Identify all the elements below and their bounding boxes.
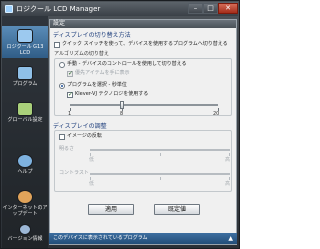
g13-device-icon <box>17 29 33 43</box>
program-switch-radio[interactable] <box>59 83 65 89</box>
invert-image-label: イメージの反転 <box>67 133 102 139</box>
brightness-high-label: 高 <box>225 157 231 163</box>
expand-arrow-icon: ▲ <box>228 235 233 242</box>
minimize-button[interactable]: – <box>188 3 203 14</box>
app-icon <box>5 5 13 13</box>
sidebar-item-device[interactable]: ロジクール G13 LCD <box>2 26 48 58</box>
apply-button[interactable]: 適用 <box>88 204 134 215</box>
priority-label: 優先アイテムを手に表示 <box>75 70 130 76</box>
help-icon <box>17 154 33 168</box>
priority-checkbox[interactable] <box>67 70 73 77</box>
sidebar-item-programs[interactable]: プログラム <box>2 66 48 94</box>
brightness-label: 明るさ <box>59 146 75 152</box>
brightness-tick <box>229 153 230 156</box>
program-switch-label: プログラムを選択 - 秒単位 <box>67 82 127 88</box>
internet-update-icon <box>17 190 33 204</box>
contrast-low-label: 低 <box>89 181 95 187</box>
contrast-slider[interactable] <box>90 173 230 175</box>
contrast-tick <box>229 177 230 180</box>
switching-section-title: ディスプレイの切り替え方法 <box>53 32 131 39</box>
contrast-label: コントラスト <box>59 170 89 176</box>
contrast-high-label: 高 <box>225 181 231 187</box>
defaults-button[interactable]: 既定値 <box>154 204 200 215</box>
brightness-tick <box>90 153 91 156</box>
slider-min-label: 1 <box>68 111 72 117</box>
programs-on-device-link[interactable]: このデバイスに表示されているプログラム ▲ <box>49 233 237 244</box>
app-switch-title: アルゴリズムの切り替え <box>54 51 109 57</box>
invert-image-checkbox[interactable] <box>59 134 65 140</box>
klever-label: Klever-VJ テクノロジを使用する <box>75 91 149 97</box>
display-section-title: ディスプレイの調整 <box>53 123 107 130</box>
sidebar: ロジクール G13 LCD プログラム グローバル設定 ヘルプ インターネットの… <box>2 16 48 248</box>
slider-mid-label: 8 <box>120 111 124 117</box>
sidebar-item-update[interactable]: インターネットのアップデート <box>2 190 48 220</box>
sidebar-item-version[interactable]: バージョン情報 <box>2 224 48 248</box>
brightness-low-label: 低 <box>89 157 95 163</box>
title-bar[interactable]: ロジクール LCD Manager – □ ✕ <box>2 2 238 16</box>
programs-on-device-label: このデバイスに表示されているプログラム <box>53 235 148 241</box>
manual-switch-label: 手動 - デバイスのコントロールを使用して切り替える <box>67 61 187 67</box>
panel-header: 設定 <box>50 20 236 28</box>
app-window: ロジクール LCD Manager – □ ✕ ロジクール G13 LCD プロ… <box>0 0 240 249</box>
program-icon <box>17 66 33 80</box>
window-title: ロジクール LCD Manager <box>16 5 101 13</box>
klever-checkbox[interactable] <box>67 91 73 98</box>
brightness-tick <box>160 153 161 156</box>
switch-time-slider[interactable] <box>70 104 218 106</box>
manual-switch-radio[interactable] <box>59 62 65 68</box>
quick-switch-label: クイック スイッチを使って、デバイスを使用するプログラムへ切り替える <box>62 41 228 47</box>
brightness-slider[interactable] <box>90 149 230 151</box>
settings-panel: 設定 ディスプレイの切り替え方法 クイック スイッチを使って、デバイスを使用する… <box>49 19 237 245</box>
close-button[interactable]: ✕ <box>218 3 238 14</box>
slider-max-label: 20 <box>213 111 220 117</box>
info-icon <box>19 224 31 235</box>
quick-switch-checkbox[interactable] <box>54 42 60 48</box>
sidebar-item-global-settings[interactable]: グローバル設定 <box>2 102 48 130</box>
contrast-tick <box>90 177 91 180</box>
global-settings-icon <box>17 102 33 116</box>
maximize-button[interactable]: □ <box>203 3 218 14</box>
sidebar-item-help[interactable]: ヘルプ <box>2 154 48 182</box>
contrast-tick <box>160 177 161 180</box>
